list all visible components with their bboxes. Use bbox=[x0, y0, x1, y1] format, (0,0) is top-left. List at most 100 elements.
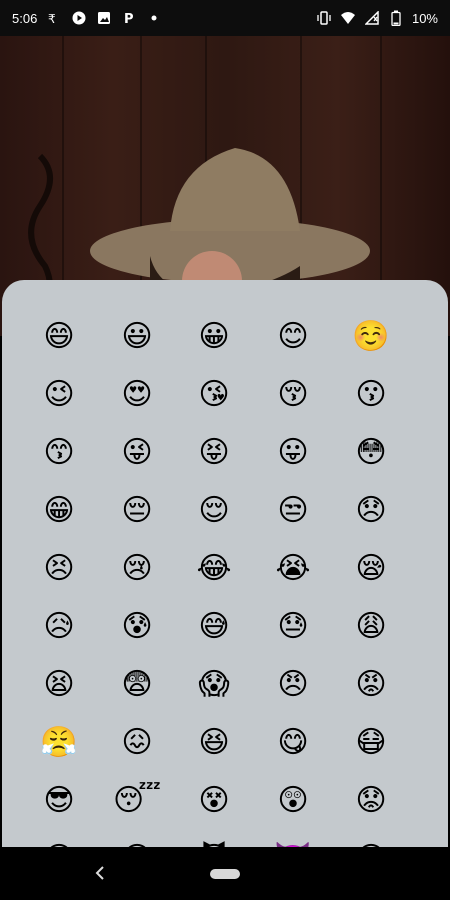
emoji-item[interactable]: 😋 bbox=[274, 724, 312, 762]
emoji-glyph: 😊 bbox=[277, 319, 309, 354]
emoji-glyph: 😝 bbox=[198, 435, 230, 470]
status-right: 10% bbox=[316, 10, 438, 26]
emoji-glyph: 😳 bbox=[355, 435, 387, 470]
emoji-item[interactable]: 😛 bbox=[274, 434, 312, 472]
emoji-glyph: 😲 bbox=[277, 783, 309, 818]
emoji-glyph: 😌 bbox=[198, 493, 230, 528]
emoji-glyph: 😞 bbox=[355, 493, 387, 528]
emoji-glyph: 😀 bbox=[198, 319, 230, 354]
emoji-glyph: 😜 bbox=[121, 435, 153, 470]
status-bar: 5:06 ₹ P 10% bbox=[0, 0, 450, 36]
emoji-item[interactable]: 😩 bbox=[352, 608, 390, 646]
emoji-glyph: 😥 bbox=[43, 609, 75, 644]
emoji-glyph: 😔 bbox=[121, 493, 153, 528]
emoji-item[interactable]: 😧 bbox=[118, 840, 156, 848]
rupee-icon: ₹ bbox=[46, 10, 62, 26]
emoji-glyph: 😍 bbox=[121, 377, 153, 412]
emoji-sheet: 😄 😃 😀 😊 ☺️ 😉 😍 😘 😚 😗 😙 😜 😝 😛 😳 😁 😔 😌 😒 😞 😣 😢 😂 😭 😪 😥 😰 😅 😓 😩 😫 😨 😱 😠 😡 😤 😖 😆 😋… bbox=[2, 280, 448, 847]
emoji-glyph: 😎 bbox=[43, 783, 75, 818]
battery-icon bbox=[388, 10, 404, 26]
emoji-grid: 😄 😃 😀 😊 ☺️ 😉 😍 😘 😚 😗 😙 😜 😝 😛 😳 😁 😔 😌 😒 😞 😣 😢 😂 😭 😪 😥 😰 😅 😓 😩 😫 😨 😱 😠 😡 😤 😖 😆 😋… bbox=[2, 280, 448, 848]
emoji-item[interactable]: 😴 bbox=[113, 782, 161, 820]
home-pill-icon[interactable] bbox=[210, 868, 240, 879]
wifi-icon bbox=[340, 10, 356, 26]
emoji-item[interactable]: 😙 bbox=[40, 434, 78, 472]
emoji-glyph: 😉 bbox=[43, 377, 75, 412]
emoji-glyph: 😣 bbox=[43, 551, 75, 586]
back-chevron-icon[interactable] bbox=[90, 861, 110, 885]
emoji-glyph: 😤 bbox=[40, 725, 78, 760]
emoji-item[interactable]: 😫 bbox=[40, 666, 78, 704]
emoji-item[interactable]: 😎 bbox=[40, 782, 78, 820]
emoji-glyph: 😁 bbox=[43, 493, 75, 528]
emoji-item[interactable]: ☺️ bbox=[352, 318, 390, 356]
emoji-item[interactable]: 😮 bbox=[352, 840, 390, 848]
emoji-item[interactable]: 😱 bbox=[195, 666, 233, 704]
status-left: 5:06 ₹ P bbox=[12, 10, 162, 26]
emoji-item[interactable]: 😲 bbox=[274, 782, 312, 820]
emoji-item[interactable]: 😦 bbox=[40, 840, 78, 848]
svg-text:₹: ₹ bbox=[48, 12, 56, 25]
emoji-item[interactable]: 😵 bbox=[195, 782, 233, 820]
emoji-item[interactable]: 😆 bbox=[195, 724, 233, 762]
emoji-glyph: 😗 bbox=[355, 377, 387, 412]
emoji-glyph: 😫 bbox=[43, 667, 75, 702]
emoji-glyph: 😭 bbox=[275, 551, 311, 586]
emoji-glyph: 😨 bbox=[121, 667, 153, 702]
emoji-item[interactable]: 😤 bbox=[40, 724, 78, 762]
emoji-item[interactable]: 😄 bbox=[40, 318, 78, 356]
emoji-item[interactable]: 😳 bbox=[352, 434, 390, 472]
emoji-glyph: ☺️ bbox=[352, 319, 390, 354]
emoji-item[interactable]: 😟 bbox=[352, 782, 390, 820]
emoji-item[interactable]: 😷 bbox=[352, 724, 390, 762]
status-time: 5:06 bbox=[12, 10, 38, 26]
emoji-item[interactable]: 😉 bbox=[40, 376, 78, 414]
emoji-item[interactable]: 😔 bbox=[118, 492, 156, 530]
emoji-item[interactable]: 😅 bbox=[195, 608, 233, 646]
emoji-item[interactable]: 😂 bbox=[195, 550, 233, 588]
emoji-item[interactable]: 😊 bbox=[274, 318, 312, 356]
emoji-item[interactable]: 😓 bbox=[274, 608, 312, 646]
navigation-bar bbox=[0, 847, 450, 900]
emoji-glyph: 😅 bbox=[198, 609, 230, 644]
emoji-item[interactable]: 😁 bbox=[40, 492, 78, 530]
emoji-glyph: 😪 bbox=[355, 551, 387, 586]
emoji-glyph: 😒 bbox=[277, 493, 309, 528]
emoji-item[interactable]: 😪 bbox=[352, 550, 390, 588]
emoji-item[interactable]: 😌 bbox=[195, 492, 233, 530]
emoji-item[interactable]: 😗 bbox=[352, 376, 390, 414]
emoji-glyph: 😂 bbox=[196, 551, 232, 586]
emoji-item[interactable]: 😒 bbox=[274, 492, 312, 530]
emoji-glyph: 😖 bbox=[121, 725, 153, 760]
emoji-glyph: 😠 bbox=[277, 667, 309, 702]
emoji-glyph: 😆 bbox=[198, 725, 230, 760]
emoji-glyph: 😚 bbox=[277, 377, 309, 412]
emoji-item[interactable]: 😜 bbox=[118, 434, 156, 472]
emoji-item[interactable]: 😞 bbox=[352, 492, 390, 530]
emoji-item[interactable]: 😡 bbox=[352, 666, 390, 704]
emoji-item[interactable]: 😃 bbox=[118, 318, 156, 356]
emoji-item[interactable]: 😣 bbox=[40, 550, 78, 588]
emoji-item[interactable]: 😠 bbox=[274, 666, 312, 704]
emoji-item[interactable]: 😈 bbox=[195, 840, 233, 848]
emoji-item[interactable]: 😢 bbox=[118, 550, 156, 588]
emoji-glyph: 😰 bbox=[121, 609, 153, 644]
emoji-glyph: 😄 bbox=[43, 319, 75, 354]
emoji-glyph: 😱 bbox=[198, 667, 230, 702]
emoji-glyph: 😟 bbox=[355, 783, 387, 818]
dot-icon bbox=[146, 10, 162, 26]
emoji-item[interactable]: 😖 bbox=[118, 724, 156, 762]
emoji-glyph: 😓 bbox=[277, 609, 309, 644]
emoji-item[interactable]: 😀 bbox=[195, 318, 233, 356]
emoji-glyph: 😃 bbox=[121, 319, 153, 354]
emoji-item[interactable]: 😍 bbox=[118, 376, 156, 414]
emoji-item[interactable]: 👿 bbox=[274, 840, 312, 848]
emoji-glyph: 😢 bbox=[121, 551, 153, 586]
emoji-item[interactable]: 😨 bbox=[118, 666, 156, 704]
emoji-item[interactable]: 😝 bbox=[195, 434, 233, 472]
emoji-item[interactable]: 😰 bbox=[118, 608, 156, 646]
emoji-item[interactable]: 😥 bbox=[40, 608, 78, 646]
emoji-item[interactable]: 😘 bbox=[195, 376, 233, 414]
emoji-item[interactable]: 😭 bbox=[274, 550, 312, 588]
emoji-item[interactable]: 😚 bbox=[274, 376, 312, 414]
